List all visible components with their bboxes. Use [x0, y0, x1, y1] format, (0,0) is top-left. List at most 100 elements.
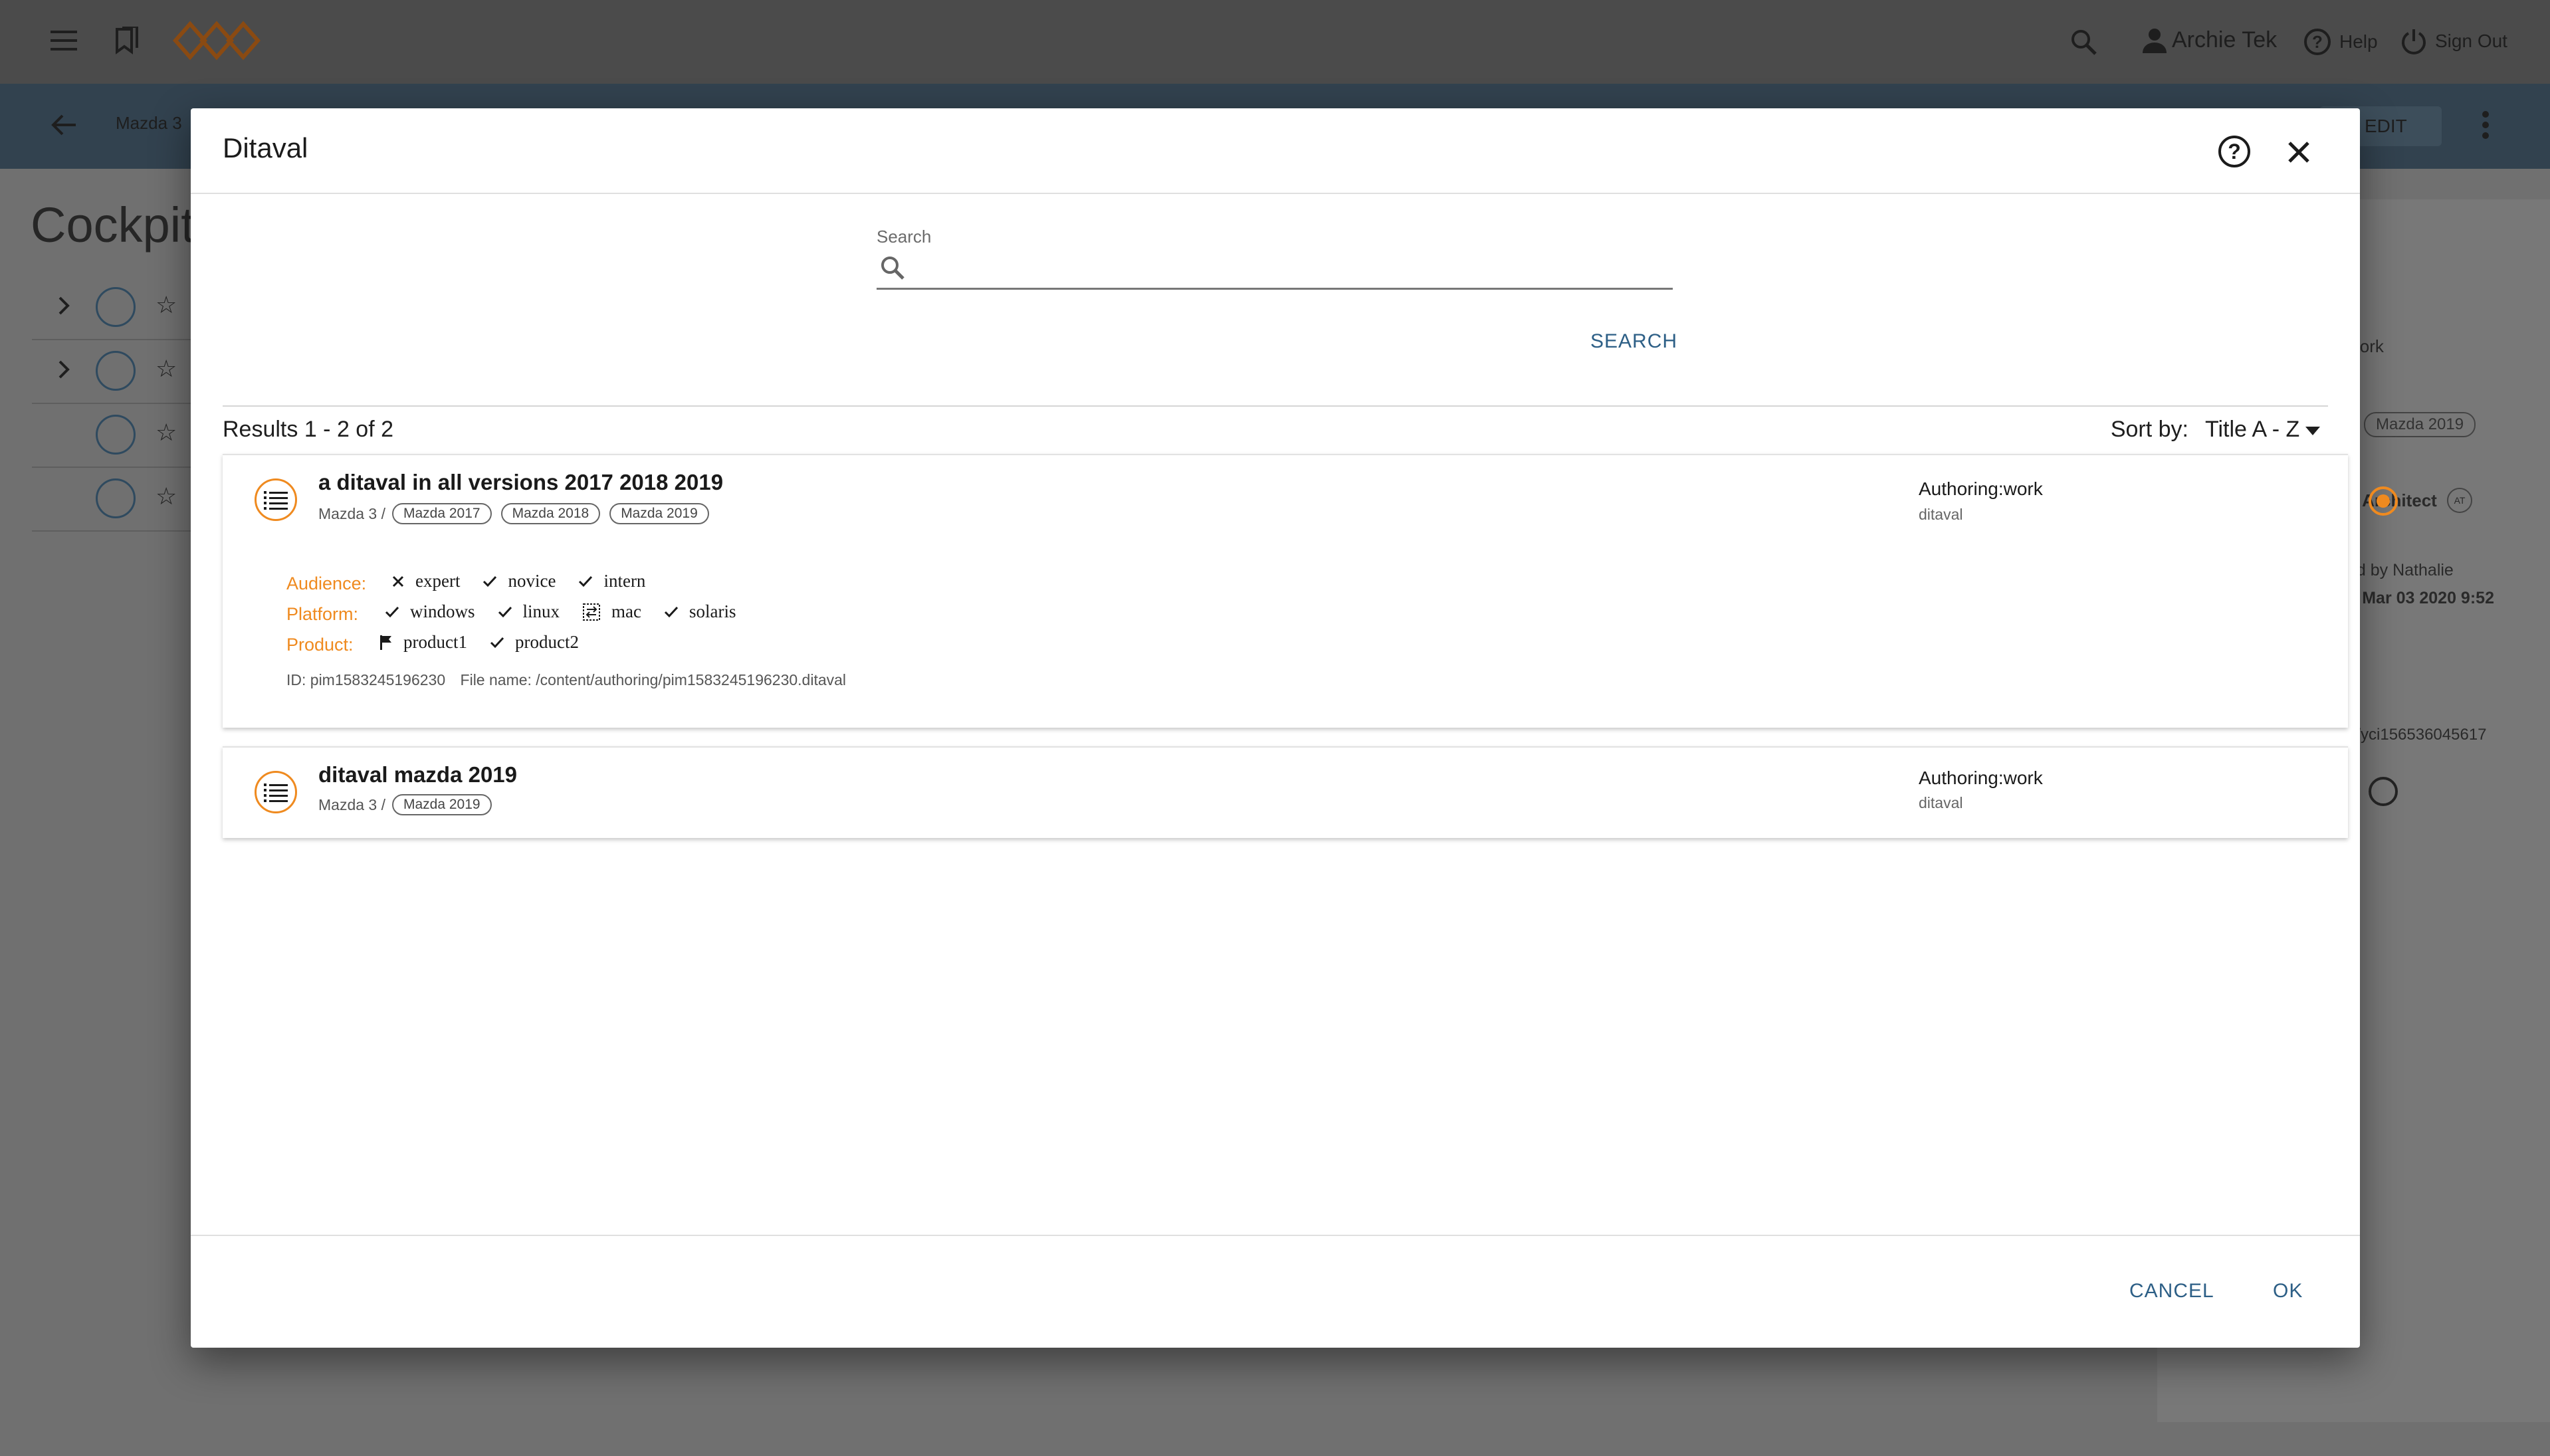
search-button[interactable]: SEARCH — [1590, 330, 1677, 353]
panel-avatar: AT — [2447, 488, 2472, 513]
version-tag: Mazda 2017 — [392, 503, 492, 524]
path-text: Mazda 3 / — [318, 795, 385, 813]
tree-row[interactable]: ☆ — [32, 275, 205, 340]
svg-text:?: ? — [2312, 32, 2323, 52]
panel-tag: Mazda 2019 — [2364, 412, 2476, 437]
tree-row[interactable]: ☆ — [32, 467, 205, 532]
result-file-name: File name: /content/authoring/pim1583245… — [460, 671, 847, 688]
check-icon — [385, 606, 399, 617]
chevron-right-icon[interactable] — [52, 294, 76, 318]
cancel-button[interactable]: CANCEL — [2129, 1280, 2214, 1302]
search-input[interactable] — [916, 253, 1663, 284]
facet-label-product: Product: — [286, 635, 354, 655]
edit-label: EDIT — [2365, 116, 2407, 136]
result-card[interactable]: ditaval mazda 2019 Mazda 3 / Mazda 2019 … — [223, 746, 2398, 838]
version-tag: Mazda 2018 — [500, 503, 601, 524]
facet-label-audience: Audience: — [286, 573, 367, 593]
result-title[interactable]: a ditaval in all versions 2017 2018 2019 — [318, 470, 723, 495]
help-link[interactable]: ? Help — [2303, 28, 2378, 56]
search-field[interactable] — [877, 249, 1673, 290]
result-path: Mazda 3 / Mazda 2017 Mazda 2018 Mazda 20… — [318, 503, 718, 524]
panel-text-modified-date: n Mar 03 2020 9:52 — [2347, 589, 2494, 607]
result-meta: ID: pim1583245196230 File name: /content… — [286, 671, 857, 689]
facet-label-platform: Platform: — [286, 604, 359, 624]
power-icon — [2402, 29, 2426, 54]
help-circle-icon: ? — [2304, 29, 2331, 55]
result-type: ditaval — [1919, 506, 1963, 523]
check-icon — [664, 606, 679, 617]
help-circle-icon[interactable]: ? — [2216, 134, 2252, 169]
facet-value: novice — [508, 571, 556, 591]
page-title: Cockpit — [31, 197, 195, 253]
result-path: Mazda 3 / Mazda 2019 — [318, 794, 501, 815]
document-icon — [96, 478, 136, 518]
facet-value: intern — [603, 571, 646, 591]
sort-select[interactable]: Title A - Z — [2205, 417, 2299, 443]
path-text: Mazda 3 / — [318, 504, 385, 522]
star-icon[interactable]: ☆ — [156, 355, 177, 383]
facet-value: product2 — [514, 632, 579, 652]
facet-value: linux — [522, 601, 560, 621]
person-icon — [2143, 29, 2167, 53]
facet-row-product: product1 product2 — [379, 632, 601, 653]
sign-out-link[interactable]: Sign Out — [2400, 28, 2507, 54]
close-icon[interactable] — [2282, 135, 2316, 169]
facet-value: product1 — [403, 632, 467, 652]
star-icon[interactable]: ☆ — [156, 482, 177, 510]
ok-button[interactable]: OK — [2273, 1280, 2303, 1302]
menu-icon[interactable] — [51, 29, 77, 52]
search-icon[interactable] — [2070, 28, 2097, 56]
document-icon — [96, 415, 136, 455]
list-icon — [255, 771, 297, 813]
list-icon — [255, 478, 297, 521]
facet-value: mac — [611, 601, 642, 621]
results-divider — [223, 405, 2328, 407]
chevron-right-icon[interactable] — [52, 358, 76, 381]
app-header: Archie Tek ? Help Sign Out — [0, 0, 2550, 84]
caret-down-icon[interactable] — [2305, 427, 2320, 436]
facet-value: expert — [415, 571, 461, 591]
back-arrow-icon[interactable] — [51, 112, 77, 138]
facet-value: windows — [410, 601, 475, 621]
result-card[interactable]: a ditaval in all versions 2017 2018 2019… — [223, 454, 2398, 728]
check-icon — [490, 637, 504, 648]
flag-icon — [380, 635, 391, 650]
check-icon — [579, 575, 593, 587]
dialog-footer-divider — [191, 1235, 2360, 1236]
user-name: Archie Tek — [2172, 27, 2278, 52]
result-location: Authoring:work — [1919, 478, 2043, 499]
x-icon — [392, 575, 404, 587]
version-tag: Mazda 2019 — [609, 503, 709, 524]
star-icon[interactable]: ☆ — [156, 419, 177, 447]
passthrough-icon — [583, 603, 601, 621]
check-icon — [498, 606, 512, 617]
svg-text:?: ? — [2228, 140, 2241, 163]
tree-row[interactable]: ☆ — [32, 339, 205, 404]
result-id: ID: pim1583245196230 — [286, 671, 446, 688]
help-label: Help — [2339, 31, 2378, 52]
logo-icon — [170, 19, 263, 62]
result-location: Authoring:work — [1919, 768, 2043, 788]
results-count: Results 1 - 2 of 2 — [223, 417, 394, 442]
result-radio-unselected[interactable] — [2369, 777, 2398, 806]
check-icon — [483, 575, 497, 587]
panel-text-path: g/yci156536045617 — [2347, 726, 2487, 744]
bookmarks-icon[interactable] — [114, 27, 140, 54]
result-title[interactable]: ditaval mazda 2019 — [318, 762, 517, 787]
result-type: ditaval — [1919, 794, 1963, 811]
sign-out-label: Sign Out — [2435, 31, 2507, 51]
document-icon — [96, 287, 136, 327]
star-icon[interactable]: ☆ — [156, 291, 177, 319]
tree-row[interactable]: ☆ — [32, 403, 205, 468]
result-radio-selected[interactable] — [2369, 486, 2398, 516]
dialog-header-divider — [191, 193, 2360, 194]
sort-label: Sort by: — [2110, 417, 2188, 442]
more-vert-icon[interactable] — [2482, 110, 2490, 140]
facet-row-platform: windows linux mac solaris — [385, 601, 759, 622]
panel-text-modified-by: ed by Nathalie — [2347, 561, 2454, 579]
breadcrumb[interactable]: Mazda 3 — [116, 113, 182, 134]
user-menu[interactable]: Archie Tek — [2141, 27, 2277, 53]
facet-row-audience: expert novice intern — [391, 571, 668, 591]
search-icon — [881, 257, 904, 280]
dialog-title: Ditaval — [223, 132, 308, 163]
